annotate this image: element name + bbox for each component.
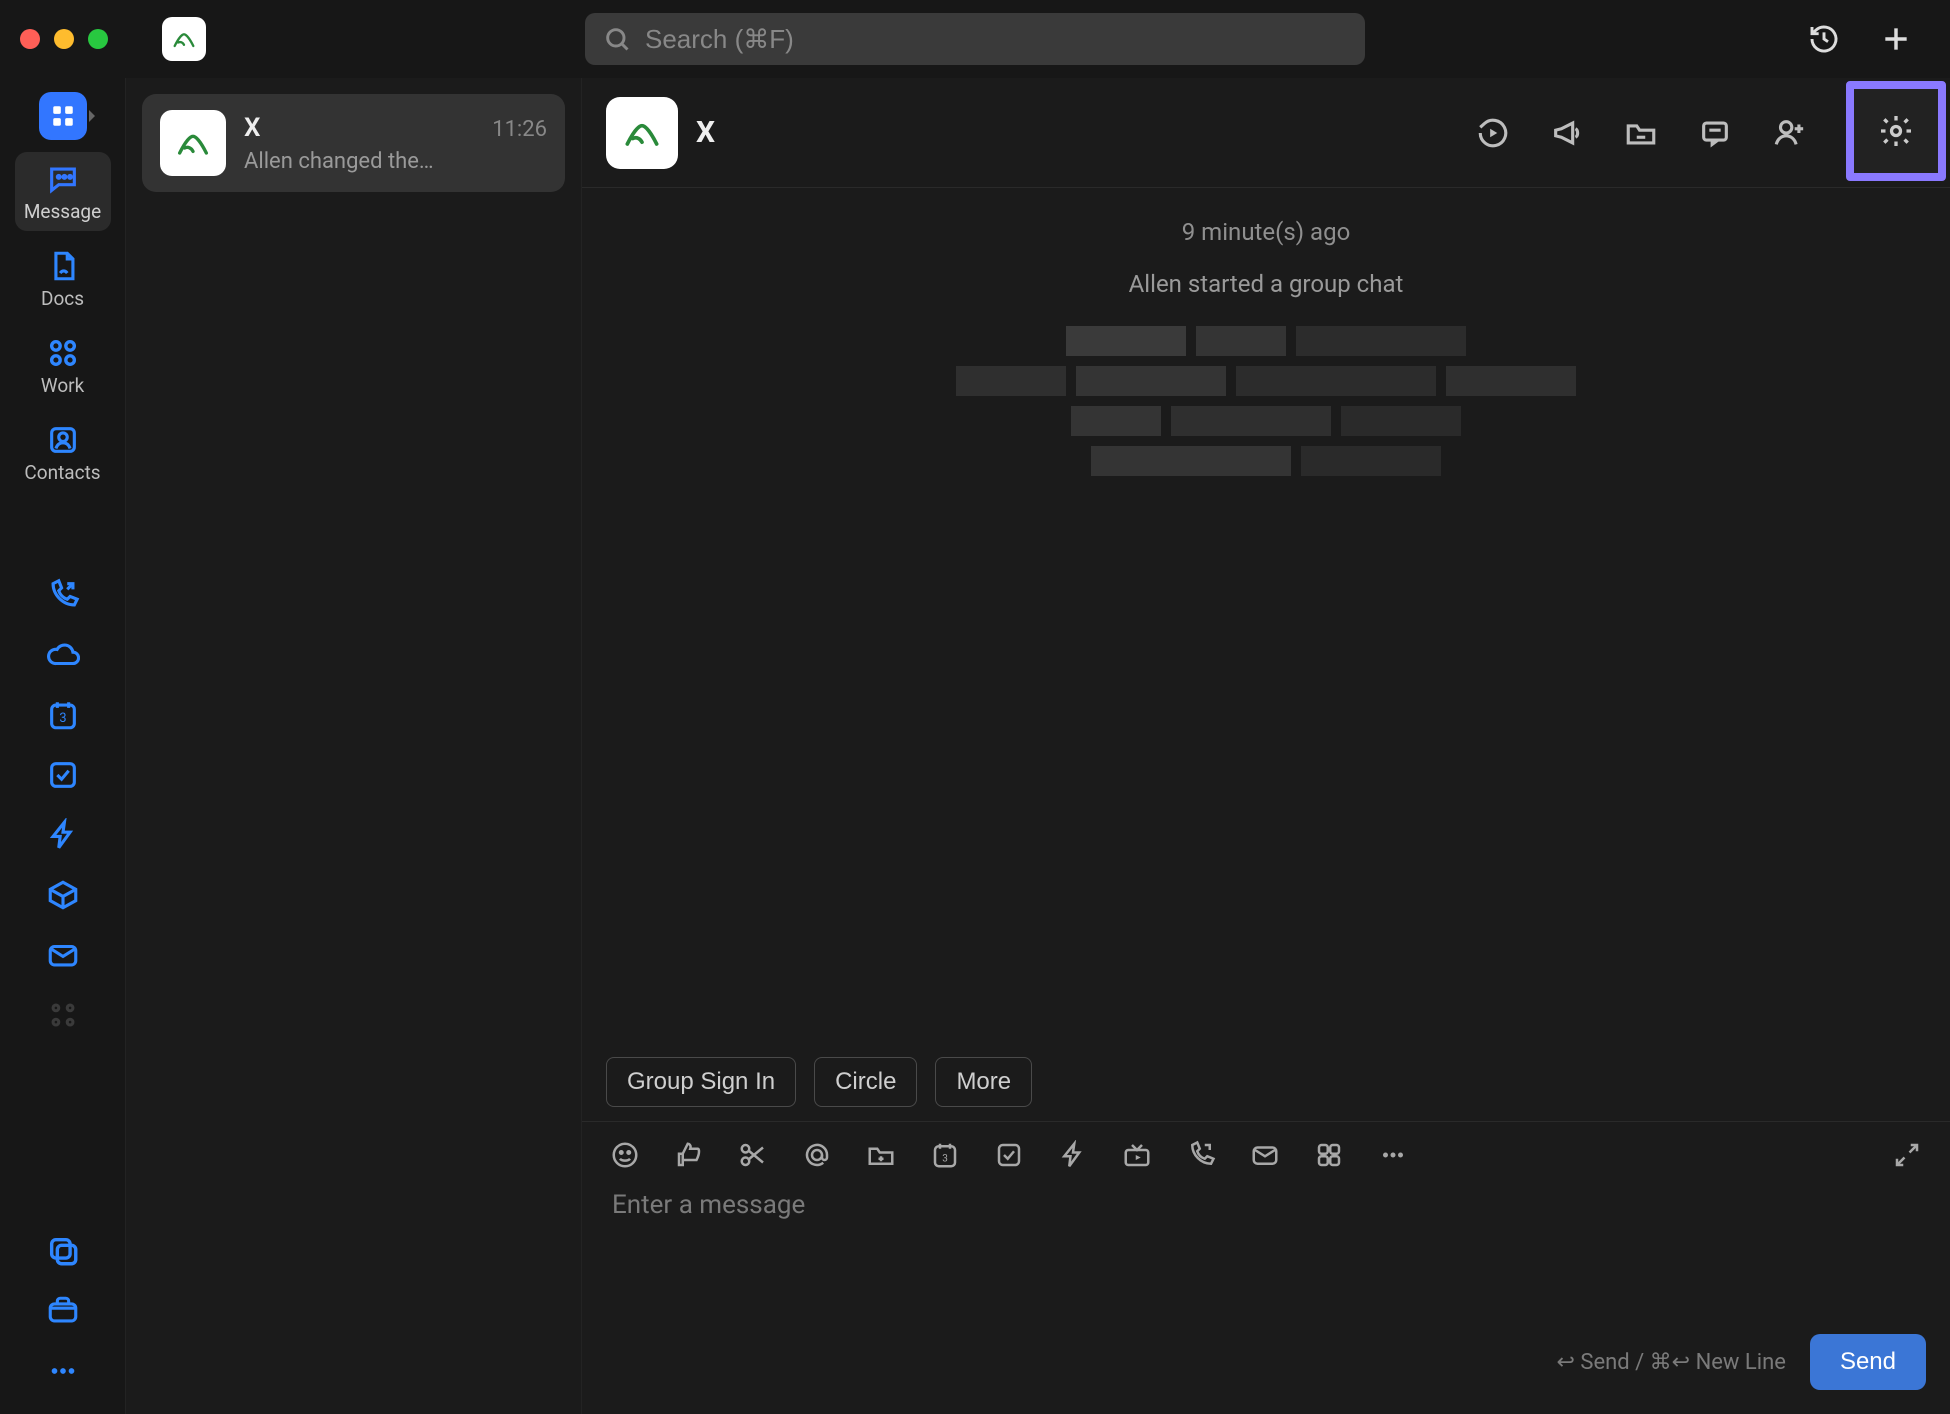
minimize-window[interactable] xyxy=(54,29,74,49)
window-controls[interactable] xyxy=(20,29,108,49)
more-horizontal-icon[interactable] xyxy=(1378,1140,1408,1170)
wallet-icon[interactable] xyxy=(46,1294,80,1328)
more-icon[interactable] xyxy=(46,1354,80,1388)
chat-messages: 9 minute(s) ago Allen started a group ch… xyxy=(582,188,1950,1057)
nav-label: Work xyxy=(41,374,84,397)
conversation-name: X xyxy=(244,113,260,143)
announcement-icon[interactable] xyxy=(1550,116,1584,150)
nav-label: Contacts xyxy=(24,461,100,484)
replay-icon[interactable] xyxy=(1476,116,1510,150)
cloud-icon[interactable] xyxy=(46,638,80,672)
svg-text:3: 3 xyxy=(942,1153,948,1164)
nav-docs[interactable]: Docs xyxy=(15,239,111,318)
redacted-content xyxy=(956,326,1576,476)
timestamp: 9 minute(s) ago xyxy=(1182,218,1351,246)
conversation-time: 11:26 xyxy=(492,117,547,142)
box-icon[interactable] xyxy=(46,878,80,912)
nav-message[interactable]: Message xyxy=(15,152,111,231)
workspace-switcher[interactable] xyxy=(39,92,87,140)
nav-label: Message xyxy=(24,200,101,223)
send-hint: ↩ Send / ⌘↩ New Line xyxy=(1557,1350,1786,1375)
svg-text:3: 3 xyxy=(59,711,66,726)
tv-icon[interactable] xyxy=(1122,1140,1152,1170)
settings-button[interactable] xyxy=(1846,81,1946,181)
search-icon xyxy=(603,25,631,53)
bolt-icon[interactable] xyxy=(46,818,80,852)
composer-toolbar: 3 xyxy=(606,1122,1926,1180)
mention-icon[interactable] xyxy=(802,1140,832,1170)
maximize-window[interactable] xyxy=(88,29,108,49)
plus-icon[interactable] xyxy=(1880,23,1912,55)
conversation-avatar xyxy=(160,110,226,176)
conversation-list: X 11:26 Allen changed the… xyxy=(126,78,582,1414)
calendar-icon[interactable]: 3 xyxy=(46,698,80,732)
expand-icon[interactable] xyxy=(1892,1140,1922,1170)
search-bar[interactable] xyxy=(585,13,1365,65)
task-icon[interactable] xyxy=(994,1140,1024,1170)
gear-icon xyxy=(1878,113,1914,149)
check-square-icon[interactable] xyxy=(46,758,80,792)
thumbs-up-icon[interactable] xyxy=(674,1140,704,1170)
conversation-preview: Allen changed the… xyxy=(244,149,547,174)
phone-icon[interactable] xyxy=(46,578,80,612)
conversation-item[interactable]: X 11:26 Allen changed the… xyxy=(142,94,565,192)
chat-title: X xyxy=(696,115,715,150)
add-person-icon[interactable] xyxy=(1772,116,1806,150)
calendar-small-icon[interactable]: 3 xyxy=(930,1140,960,1170)
emoji-icon[interactable] xyxy=(610,1140,640,1170)
scissors-icon[interactable] xyxy=(738,1140,768,1170)
topic-icon[interactable] xyxy=(1698,116,1732,150)
nav-contacts[interactable]: Contacts xyxy=(15,413,111,492)
app-icon xyxy=(162,17,206,61)
system-message: Allen started a group chat xyxy=(1129,270,1404,298)
folder-icon[interactable] xyxy=(1624,116,1658,150)
nav-work[interactable]: Work xyxy=(15,326,111,405)
call-icon[interactable] xyxy=(1186,1140,1216,1170)
nav-label: Docs xyxy=(41,287,84,310)
search-input[interactable] xyxy=(645,24,1347,55)
stack-icon[interactable] xyxy=(46,1234,80,1268)
quick-action-group-sign-in[interactable]: Group Sign In xyxy=(606,1057,796,1107)
mail-small-icon[interactable] xyxy=(1250,1140,1280,1170)
quick-actions: Group Sign In Circle More xyxy=(582,1057,1950,1121)
chat-avatar xyxy=(606,97,678,169)
close-window[interactable] xyxy=(20,29,40,49)
quick-action-circle[interactable]: Circle xyxy=(814,1057,917,1107)
apps-icon[interactable] xyxy=(1314,1140,1344,1170)
mail-icon[interactable] xyxy=(46,938,80,972)
send-button[interactable]: Send xyxy=(1810,1334,1926,1390)
folder-add-icon[interactable] xyxy=(866,1140,896,1170)
grid-muted-icon[interactable] xyxy=(46,998,80,1032)
message-input[interactable] xyxy=(612,1190,1920,1320)
bolt-small-icon[interactable] xyxy=(1058,1140,1088,1170)
quick-action-more[interactable]: More xyxy=(935,1057,1032,1107)
history-icon[interactable] xyxy=(1808,23,1840,55)
